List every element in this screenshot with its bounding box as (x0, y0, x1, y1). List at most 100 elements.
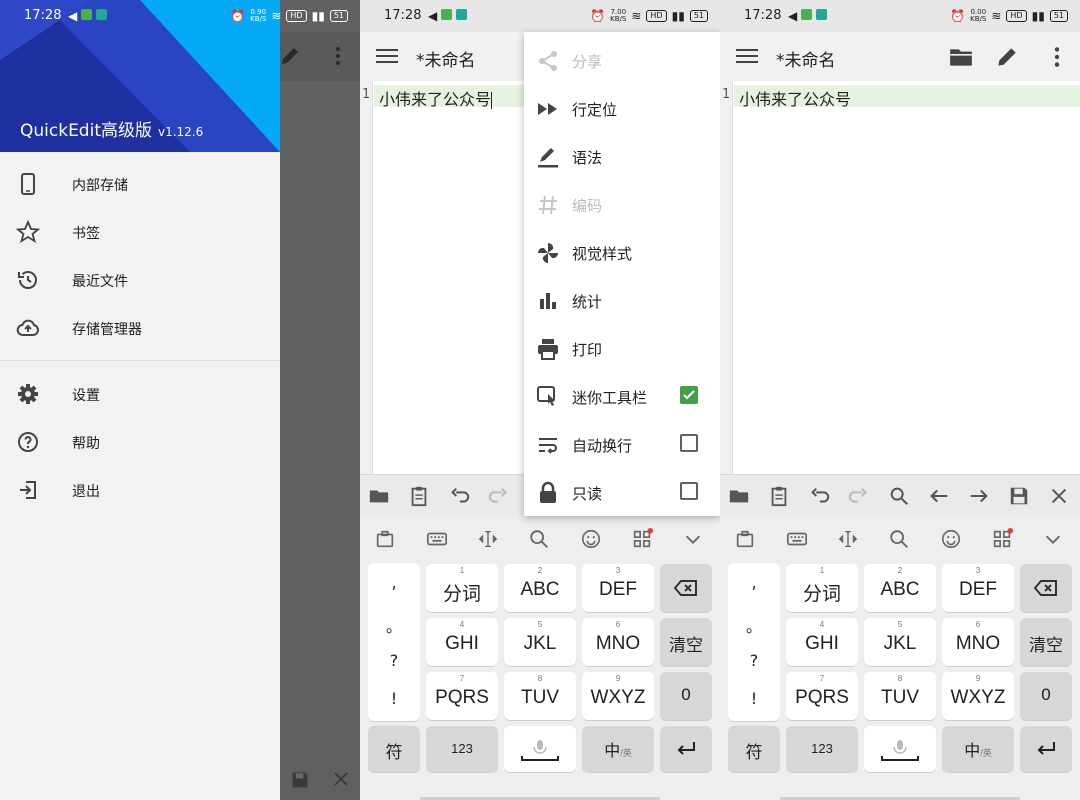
punct-key[interactable]: ! (368, 689, 420, 708)
clipboard-tool-icon[interactable] (374, 528, 396, 550)
punct-key[interactable]: , (368, 573, 420, 592)
key-2[interactable]: 2 ABC (504, 564, 576, 612)
menu-item-goto-line[interactable]: 行定位 (524, 84, 720, 132)
cursor-move-icon[interactable] (477, 528, 499, 550)
text-editor[interactable]: 1 小伟来了公众号 (720, 81, 1080, 474)
key-4[interactable]: 4 GHI (426, 618, 498, 666)
word-wrap-checkbox[interactable] (680, 434, 698, 452)
menu-item-share[interactable]: 分享 (524, 36, 720, 84)
clipboard-tool-icon[interactable] (734, 528, 756, 550)
key-6[interactable]: 6 MNO (942, 618, 1014, 666)
keyboard-icon[interactable] (426, 528, 448, 550)
drawer-item-recent-files[interactable]: 最近文件 (0, 256, 280, 304)
key-4[interactable]: 4 GHI (786, 618, 858, 666)
punctuation-column[interactable]: , 。 ? ! (368, 563, 420, 721)
zero-key[interactable]: 0 (660, 672, 712, 720)
key-5[interactable]: 5 JKL (864, 618, 936, 666)
save-icon[interactable] (1008, 485, 1030, 507)
menu-item-mini-toolbar[interactable]: 迷你工具栏 (524, 372, 720, 420)
edit-icon[interactable] (994, 44, 1020, 70)
drawer-item-storage-manager[interactable]: 存储管理器 (0, 304, 280, 352)
key-9[interactable]: 9 WXYZ (582, 672, 654, 720)
enter-key[interactable] (1020, 726, 1072, 772)
search-icon[interactable] (528, 528, 550, 550)
open-folder-icon[interactable] (948, 44, 974, 70)
hd-badge: HD (286, 10, 307, 22)
key-5[interactable]: 5 JKL (504, 618, 576, 666)
read-only-checkbox[interactable] (680, 482, 698, 500)
symbol-key[interactable]: 符 (368, 726, 420, 772)
zero-key[interactable]: 0 (1020, 672, 1072, 720)
menu-item-print[interactable]: 打印 (524, 324, 720, 372)
clipboard-icon[interactable] (768, 485, 790, 507)
hamburger-menu-icon[interactable] (736, 46, 758, 66)
chevron-down-icon[interactable] (682, 528, 704, 550)
backspace-key[interactable] (1020, 564, 1072, 612)
editor-line[interactable]: 小伟来了公众号 (379, 86, 493, 110)
punctuation-column[interactable]: , 。 ? ! (728, 563, 780, 721)
close-icon[interactable] (1048, 485, 1070, 507)
redo-icon[interactable] (488, 485, 510, 507)
clear-key[interactable]: 清空 (660, 618, 712, 666)
open-folder-icon[interactable] (368, 485, 390, 507)
drawer-item-help[interactable]: 帮助 (0, 418, 280, 466)
punct-key[interactable]: , (728, 573, 780, 592)
punct-key[interactable]: ? (368, 651, 420, 670)
drawer-item-exit[interactable]: 退出 (0, 466, 280, 514)
key-7[interactable]: 7 PQRS (786, 672, 858, 720)
key-1[interactable]: 1 分词 (426, 564, 498, 612)
search-icon[interactable] (888, 528, 910, 550)
editor-line[interactable]: 小伟来了公众号 (739, 86, 851, 110)
emoji-icon[interactable] (580, 528, 602, 550)
arrow-left-icon[interactable] (928, 485, 950, 507)
key-1[interactable]: 1 分词 (786, 564, 858, 612)
punct-key[interactable]: 。 (728, 613, 780, 637)
key-3[interactable]: 3 DEF (582, 564, 654, 612)
key-6[interactable]: 6 MNO (582, 618, 654, 666)
cursor-move-icon[interactable] (837, 528, 859, 550)
menu-item-read-only[interactable]: 只读 (524, 468, 720, 516)
drawer-item-bookmarks[interactable]: 书签 (0, 208, 280, 256)
punct-key[interactable]: ? (728, 651, 780, 670)
space-key[interactable] (864, 726, 936, 772)
symbol-key[interactable]: 符 (728, 726, 780, 772)
punct-key[interactable]: ! (728, 689, 780, 708)
search-icon[interactable] (888, 485, 910, 507)
clipboard-icon[interactable] (408, 485, 430, 507)
open-folder-icon[interactable] (728, 485, 750, 507)
key-3[interactable]: 3 DEF (942, 564, 1014, 612)
punct-key[interactable]: 。 (368, 613, 420, 637)
menu-item-encoding[interactable]: 编码 (524, 180, 720, 228)
apps-grid-icon[interactable] (631, 528, 653, 550)
menu-item-word-wrap[interactable]: 自动换行 (524, 420, 720, 468)
undo-icon[interactable] (448, 485, 470, 507)
enter-key[interactable] (660, 726, 712, 772)
key-8[interactable]: 8 TUV (864, 672, 936, 720)
arrow-right-icon[interactable] (968, 485, 990, 507)
numeric-key[interactable]: 123 (786, 726, 858, 772)
key-2[interactable]: 2 ABC (864, 564, 936, 612)
numeric-key[interactable]: 123 (426, 726, 498, 772)
backspace-key[interactable] (660, 564, 712, 612)
chevron-down-icon[interactable] (1042, 528, 1064, 550)
menu-item-statistics[interactable]: 统计 (524, 276, 720, 324)
key-9[interactable]: 9 WXYZ (942, 672, 1014, 720)
language-switch-key[interactable]: 中/英 (942, 726, 1014, 772)
clear-key[interactable]: 清空 (1020, 618, 1072, 666)
key-7[interactable]: 7 PQRS (426, 672, 498, 720)
key-8[interactable]: 8 TUV (504, 672, 576, 720)
emoji-icon[interactable] (940, 528, 962, 550)
menu-item-syntax[interactable]: 语法 (524, 132, 720, 180)
keyboard-icon[interactable] (786, 528, 808, 550)
apps-grid-icon[interactable] (991, 528, 1013, 550)
mini-toolbar-checkbox[interactable] (680, 386, 698, 404)
more-vert-icon[interactable] (1044, 44, 1070, 70)
drawer-item-internal-storage[interactable]: 内部存储 (0, 160, 280, 208)
redo-icon[interactable] (848, 485, 870, 507)
undo-icon[interactable] (808, 485, 830, 507)
menu-item-visual-style[interactable]: 视觉样式 (524, 228, 720, 276)
drawer-item-settings[interactable]: 设置 (0, 370, 280, 418)
hamburger-menu-icon[interactable] (376, 46, 398, 66)
space-key[interactable] (504, 726, 576, 772)
language-switch-key[interactable]: 中/英 (582, 726, 654, 772)
